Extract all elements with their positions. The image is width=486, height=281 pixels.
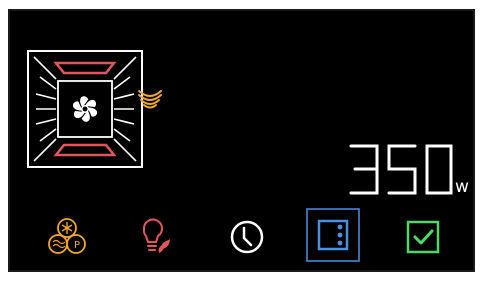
fan-settings-button[interactable]: P <box>47 217 87 257</box>
microwave-wave-icon <box>138 90 162 109</box>
power-digits <box>349 144 453 195</box>
power-readout: w <box>347 141 471 199</box>
timer-button[interactable] <box>227 217 267 257</box>
eco-light-button[interactable] <box>134 217 174 257</box>
display-screen: w P <box>8 9 475 272</box>
confirm-button[interactable] <box>404 217 444 257</box>
svg-text:P: P <box>74 240 80 251</box>
power-unit: w <box>455 177 469 197</box>
menu-button[interactable] <box>306 208 360 262</box>
oven-convection-fan-icon <box>27 50 143 168</box>
